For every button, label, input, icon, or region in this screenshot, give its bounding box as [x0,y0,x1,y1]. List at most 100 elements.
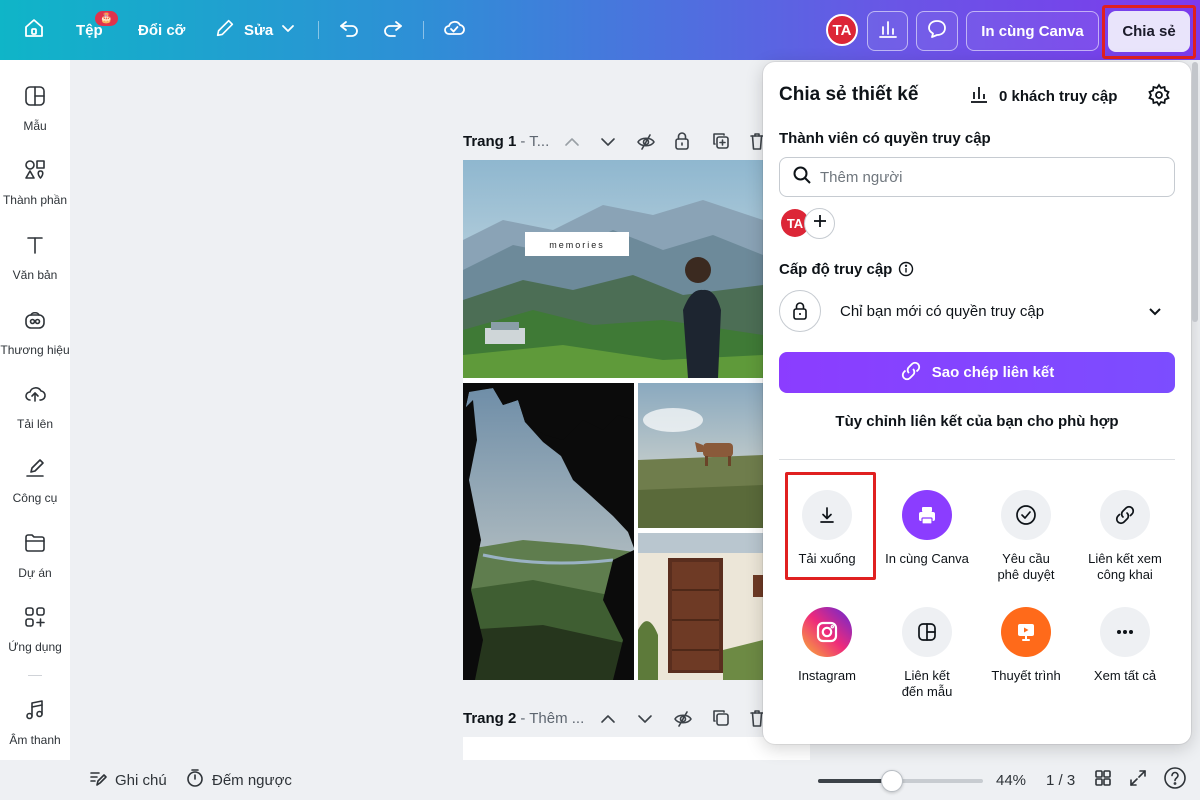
print-with-canva-option[interactable]: In cùng Canva [877,490,977,567]
download-highlight-box [785,472,876,580]
redo-button[interactable] [381,0,405,60]
option-label: Yêu cầu phê duyệt [997,551,1055,582]
brand-icon [23,308,47,343]
redo-icon [381,16,405,44]
duplicate-icon [711,133,731,155]
home-button[interactable] [22,0,46,60]
option-label: Liên kết đến mẫu [901,668,953,699]
sidebar-item-audio[interactable]: Âm thanh [0,698,70,768]
present-option[interactable]: Thuyết trình [976,607,1076,684]
request-approval-option[interactable]: Yêu cầu phê duyệt [976,490,1076,583]
instagram-option[interactable]: Instagram [777,607,877,684]
eye-off-icon [673,711,693,733]
draw-icon [23,456,47,491]
bar-chart-icon [877,18,899,44]
sidebar-item-projects[interactable]: Dự án [0,531,70,601]
sidebar-divider [28,675,42,676]
notes-button[interactable]: Ghi chú [88,760,167,800]
add-people-input[interactable] [820,168,1160,186]
info-button[interactable] [898,261,914,282]
lock-page-button[interactable] [673,131,691,156]
hide-page-button[interactable] [636,132,656,157]
fullscreen-button[interactable] [1128,760,1148,800]
settings-button[interactable] [1147,83,1171,112]
resize-button[interactable]: Đổi cỡ [138,0,185,60]
page-subtitle: - Thêm ... [520,710,585,727]
zoom-slider[interactable] [818,770,983,792]
undo-button[interactable] [337,0,361,60]
sidebar-item-text[interactable]: Văn bản [0,233,70,303]
template-link-icon [902,607,952,657]
timer-button[interactable]: Đếm ngược [185,760,292,800]
more-icon [1100,607,1150,657]
page-1-header[interactable]: Trang 1 - T... [463,133,549,150]
visitors-count[interactable]: 0 khách truy cập [969,84,1117,108]
share-button[interactable]: Chia sẻ [1108,11,1190,52]
sidebar-item-label: Ứng dụng [8,640,62,654]
print-with-canva-button[interactable]: In cùng Canva [966,11,1099,51]
template-icon [23,84,47,119]
option-label: In cùng Canva [885,551,969,566]
present-icon [1001,607,1051,657]
share-panel: Chia sẻ thiết kế 0 khách truy cập Thành … [763,62,1191,744]
file-menu[interactable]: Tệp [76,0,103,60]
duplicate-icon [711,710,731,732]
grid-view-button[interactable] [1093,760,1113,800]
insights-button[interactable] [867,11,908,51]
sidebar-item-label: Âm thanh [9,733,61,747]
duplicate-page-button[interactable] [711,131,731,156]
page-up-button[interactable] [563,133,581,156]
option-label: Thuyết trình [991,668,1061,683]
design-page-1[interactable]: memories [463,160,763,680]
zoom-level[interactable]: 44% [996,760,1026,800]
members-label: Thành viên có quyền truy cập [779,130,991,147]
page-title: Trang 2 [463,710,517,727]
sidebar-item-apps[interactable]: Ứng dụng [0,605,70,675]
printer-icon [902,490,952,540]
sidebar-item-elements[interactable]: Thành phần [0,158,70,228]
eye-off-icon [636,134,656,156]
visitors-label: 0 khách truy cập [999,87,1118,105]
home-icon [22,16,46,44]
copy-link-button[interactable]: Sao chép liên kết [779,352,1175,393]
panel-scrollbar[interactable] [1192,62,1198,322]
sidebar-item-tools[interactable]: Công cụ [0,456,70,526]
cloud-check-icon [442,16,466,44]
public-view-link-option[interactable]: Liên kết xem công khai [1075,490,1175,583]
timer-label: Đếm ngược [212,771,292,789]
search-icon [792,165,820,190]
sidebar-item-uploads[interactable]: Tải lên [0,382,70,452]
template-link-option[interactable]: Liên kết đến mẫu [877,607,977,700]
instagram-icon [802,607,852,657]
lock-icon [779,290,821,332]
chevron-down-icon [1147,303,1163,324]
grid-icon [1093,768,1113,792]
music-icon [23,698,47,733]
page-up-button[interactable] [599,710,617,733]
access-level-select[interactable]: Chỉ bạn mới có quyền truy cập [779,286,1175,336]
page-down-button[interactable] [599,133,617,156]
toolbar-divider [318,21,319,39]
collage-image: memories [463,160,763,680]
sidebar-item-templates[interactable]: Mẫu [0,84,70,154]
help-button[interactable] [1163,760,1187,800]
sidebar-item-brand[interactable]: Thương hiệu [0,308,70,378]
user-avatar[interactable]: TA [826,14,858,46]
sidebar-item-label: Công cụ [12,491,58,505]
page-title: Trang 1 [463,133,517,150]
page-counter[interactable]: 1 / 3 [1046,760,1075,800]
add-people-field[interactable] [779,157,1175,197]
duplicate-page-button[interactable] [711,708,731,733]
save-status-button[interactable] [442,0,466,60]
zoom-slider-thumb[interactable] [881,770,903,792]
see-all-option[interactable]: Xem tất cả [1075,607,1175,684]
page-down-button[interactable] [636,710,654,733]
hide-page-button[interactable] [673,709,693,734]
memories-text: memories [549,240,605,250]
edit-menu[interactable]: Sửa [214,0,295,60]
customize-link-button[interactable]: Tùy chỉnh liên kết của bạn cho phù hợp [779,413,1175,430]
add-member-button[interactable] [804,208,835,239]
comments-button[interactable] [916,11,958,51]
page-2-header[interactable]: Trang 2 - Thêm ... [463,710,584,727]
check-circle-icon [1001,490,1051,540]
